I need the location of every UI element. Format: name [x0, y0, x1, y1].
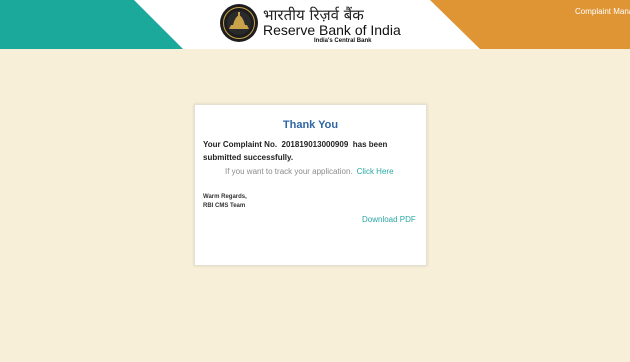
- rbi-emblem-icon: [219, 3, 259, 43]
- click-here-link[interactable]: Click Here: [357, 167, 394, 176]
- brand-name-english: Reserve Bank of India: [263, 22, 401, 38]
- signature-block: Warm Regards, RBI CMS Team: [203, 193, 247, 211]
- team-line: RBI CMS Team: [203, 203, 246, 209]
- complaint-management-link[interactable]: Complaint Manag: [575, 7, 630, 16]
- track-application-row: If you want to track your application. Cl…: [225, 167, 394, 176]
- header-teal-band: [0, 0, 183, 49]
- download-pdf-link[interactable]: Download PDF: [362, 215, 416, 224]
- submission-message: Your Complaint No. 201819013000909 has b…: [203, 138, 413, 164]
- confirmation-card: Thank You Your Complaint No. 20181901300…: [194, 104, 427, 266]
- complaint-number: 201819013000909: [281, 140, 349, 149]
- thank-you-heading: Thank You: [282, 119, 339, 131]
- regards-line: Warm Regards,: [203, 194, 247, 200]
- header-bar: भारतीय रिज़र्व बैंक Reserve Bank of Indi…: [0, 0, 630, 49]
- message-prefix: Your Complaint No.: [203, 140, 278, 149]
- track-text: If you want to track your application.: [225, 167, 353, 176]
- brand-tagline: India's Central Bank: [314, 38, 372, 44]
